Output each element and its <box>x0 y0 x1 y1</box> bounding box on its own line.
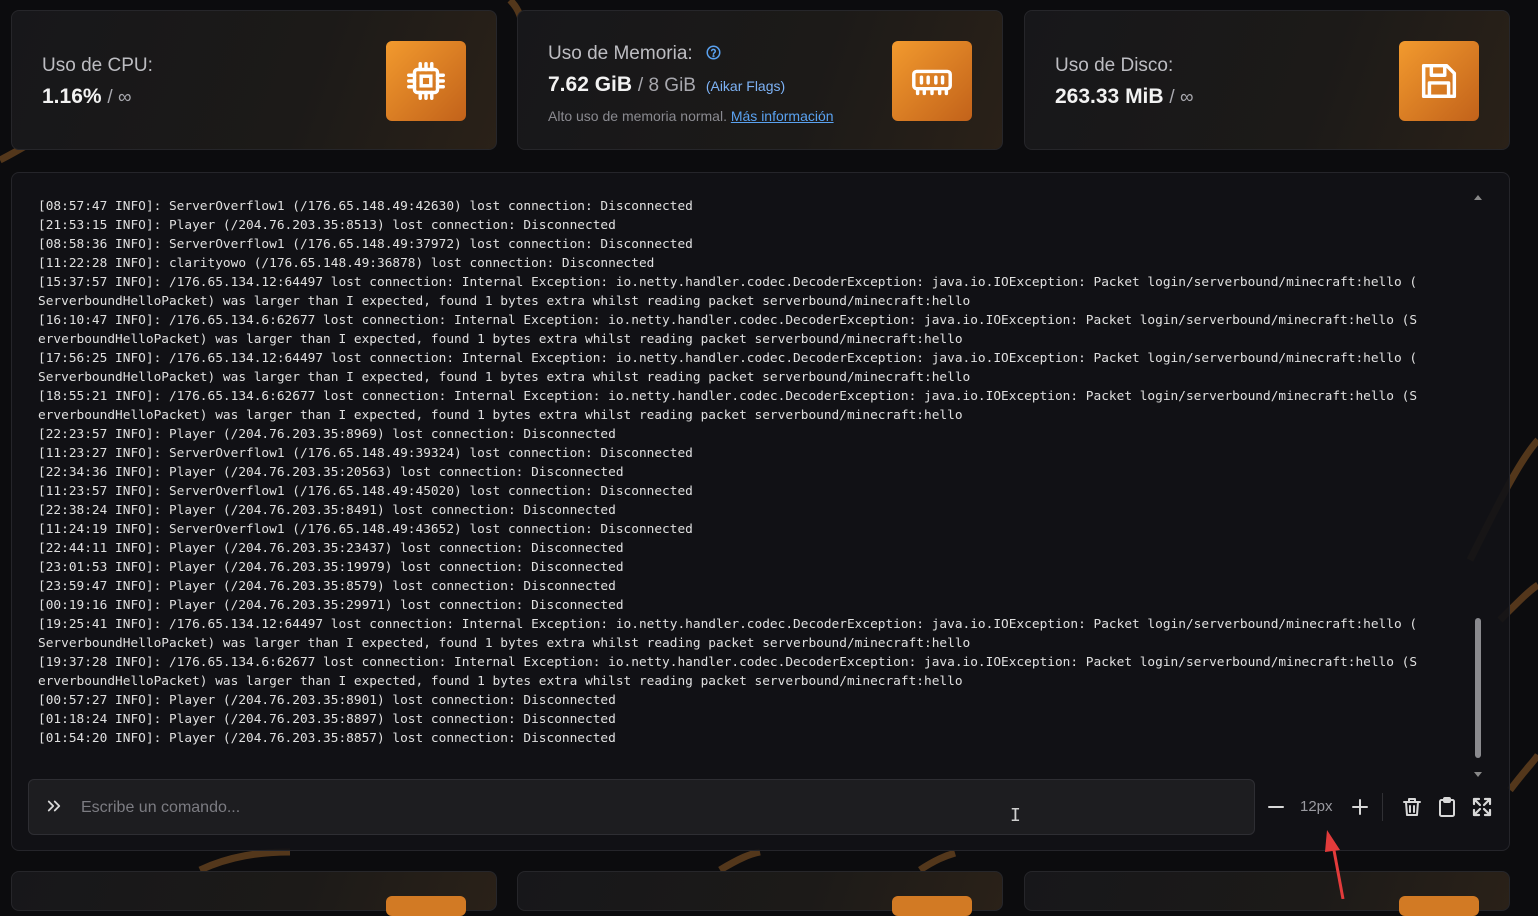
console-line: erverboundHelloPacket) was larger than I… <box>38 332 963 347</box>
disk-usage-amount: 263.33 MiB <box>1055 85 1164 108</box>
console-line: [00:19:16 INFO]: Player (/204.76.203.35:… <box>38 598 624 613</box>
bottom-card-2 <box>517 871 1003 916</box>
trash-icon <box>1403 798 1421 816</box>
cpu-icon <box>407 62 445 100</box>
console-line: [19:37:28 INFO]: /176.65.134.6:62677 los… <box>38 655 1418 670</box>
console-line: [19:25:41 INFO]: /176.65.134.12:64497 lo… <box>38 617 1418 632</box>
command-bar[interactable] <box>28 779 1255 836</box>
disk-usage-card: Uso de Disco: 263.33 MiB / ∞ <box>1024 10 1510 150</box>
command-input[interactable] <box>79 780 1233 836</box>
console-line: erverboundHelloPacket) was larger than I… <box>38 408 963 423</box>
decrease-font-button[interactable] <box>1264 795 1288 819</box>
memory-usage-limit: / 8 GiB <box>637 75 696 96</box>
console-line: [11:24:19 INFO]: ServerOverflow1 (/176.6… <box>38 522 693 537</box>
clear-console-button[interactable] <box>1400 795 1424 819</box>
memory-note-text: Alto uso de memoria normal. <box>548 108 727 124</box>
cpu-usage-limit: / ∞ <box>107 87 132 108</box>
memory-usage-label: Uso de Memoria: <box>548 43 693 64</box>
bottom-card-3 <box>1024 871 1510 916</box>
disk-usage-value: 263.33 MiB / ∞ <box>1055 85 1194 109</box>
cpu-usage-amount: 1.16% <box>42 85 102 108</box>
console-line: ServerboundHelloPacket) was larger than … <box>38 370 971 385</box>
console-line: [11:23:57 INFO]: ServerOverflow1 (/176.6… <box>38 484 693 499</box>
memory-usage-value: 7.62 GiB / 8 GiB (Aikar Flags) <box>548 73 785 97</box>
console-line: [11:22:28 INFO]: clarityowo (/176.65.148… <box>38 256 655 271</box>
chevrons-right-icon <box>47 800 61 812</box>
clipboard-icon <box>1439 797 1455 817</box>
scrollbar-thumb[interactable] <box>1475 618 1481 758</box>
memory-usage-amount: 7.62 GiB <box>548 73 633 96</box>
console-line: [08:58:36 INFO]: ServerOverflow1 (/176.6… <box>38 237 693 252</box>
cpu-usage-card: Uso de CPU: 1.16% / ∞ <box>11 10 497 150</box>
memory-tile <box>892 41 972 121</box>
toolbar-divider <box>1382 793 1383 821</box>
console-line: [23:01:53 INFO]: Player (/204.76.203.35:… <box>38 560 624 575</box>
cpu-tile <box>386 41 466 121</box>
text-cursor-icon: I <box>1010 805 1021 826</box>
server-console: [08:57:47 INFO]: ServerOverflow1 (/176.6… <box>11 172 1510 851</box>
more-info-link[interactable]: Más información <box>731 108 834 124</box>
console-line: [23:59:47 INFO]: Player (/204.76.203.35:… <box>38 579 616 594</box>
disk-tile <box>1399 41 1479 121</box>
increase-font-button[interactable] <box>1348 795 1372 819</box>
console-line: [08:57:47 INFO]: ServerOverflow1 (/176.6… <box>38 199 693 214</box>
fullscreen-icon <box>1472 797 1492 817</box>
console-line: [22:23:57 INFO]: Player (/204.76.203.35:… <box>38 427 616 442</box>
console-line: [22:38:24 INFO]: Player (/204.76.203.35:… <box>38 503 616 518</box>
console-line: ServerboundHelloPacket) was larger than … <box>38 294 971 309</box>
disk-usage-limit: / ∞ <box>1169 87 1194 108</box>
console-line: erverboundHelloPacket) was larger than I… <box>38 674 963 689</box>
help-circle-icon[interactable] <box>706 45 721 60</box>
plus-icon <box>1352 799 1368 815</box>
console-line: [22:44:11 INFO]: Player (/204.76.203.35:… <box>38 541 624 556</box>
console-line: [01:18:24 INFO]: Player (/204.76.203.35:… <box>38 712 616 727</box>
console-line: [00:57:27 INFO]: Player (/204.76.203.35:… <box>38 693 616 708</box>
console-toolbar: 12px <box>1264 779 1504 835</box>
cpu-usage-label: Uso de CPU: <box>42 55 153 76</box>
scroll-down-arrow-icon[interactable] <box>1474 772 1482 777</box>
memory-usage-card: Uso de Memoria: 7.62 GiB / 8 GiB (Aikar … <box>517 10 1003 150</box>
console-scrollbar[interactable] <box>1474 195 1482 777</box>
bottom-card-1-tile <box>386 896 466 916</box>
bottom-card-1 <box>11 871 497 916</box>
console-line: [21:53:15 INFO]: Player (/204.76.203.35:… <box>38 218 616 233</box>
bottom-card-2-tile <box>892 896 972 916</box>
memory-icon <box>912 69 952 96</box>
floppy-disk-icon <box>1421 63 1457 99</box>
console-log[interactable]: [08:57:47 INFO]: ServerOverflow1 (/176.6… <box>38 197 1478 757</box>
console-line: [18:55:21 INFO]: /176.65.134.6:62677 los… <box>38 389 1418 404</box>
console-line: [11:23:27 INFO]: ServerOverflow1 (/176.6… <box>38 446 693 461</box>
font-size-value: 12px <box>1300 798 1333 815</box>
console-line: [22:34:36 INFO]: Player (/204.76.203.35:… <box>38 465 624 480</box>
console-line: ServerboundHelloPacket) was larger than … <box>38 636 971 651</box>
console-line: [16:10:47 INFO]: /176.65.134.6:62677 los… <box>38 313 1418 328</box>
disk-usage-label: Uso de Disco: <box>1055 55 1174 76</box>
cpu-usage-value: 1.16% / ∞ <box>42 85 132 109</box>
memory-usage-label-row: Uso de Memoria: <box>548 43 721 65</box>
copy-logs-button[interactable] <box>1435 795 1459 819</box>
console-line: [17:56:25 INFO]: /176.65.134.12:64497 lo… <box>38 351 1418 366</box>
memory-note: Alto uso de memoria normal. Más informac… <box>548 108 834 124</box>
aikar-flags-label: (Aikar Flags) <box>705 78 786 94</box>
fullscreen-button[interactable] <box>1470 795 1494 819</box>
console-line: [01:54:20 INFO]: Player (/204.76.203.35:… <box>38 731 616 746</box>
bottom-card-3-tile <box>1399 896 1479 916</box>
console-line: [15:37:57 INFO]: /176.65.134.12:64497 lo… <box>38 275 1418 290</box>
scroll-up-arrow-icon[interactable] <box>1474 195 1482 200</box>
minus-icon <box>1268 806 1284 808</box>
